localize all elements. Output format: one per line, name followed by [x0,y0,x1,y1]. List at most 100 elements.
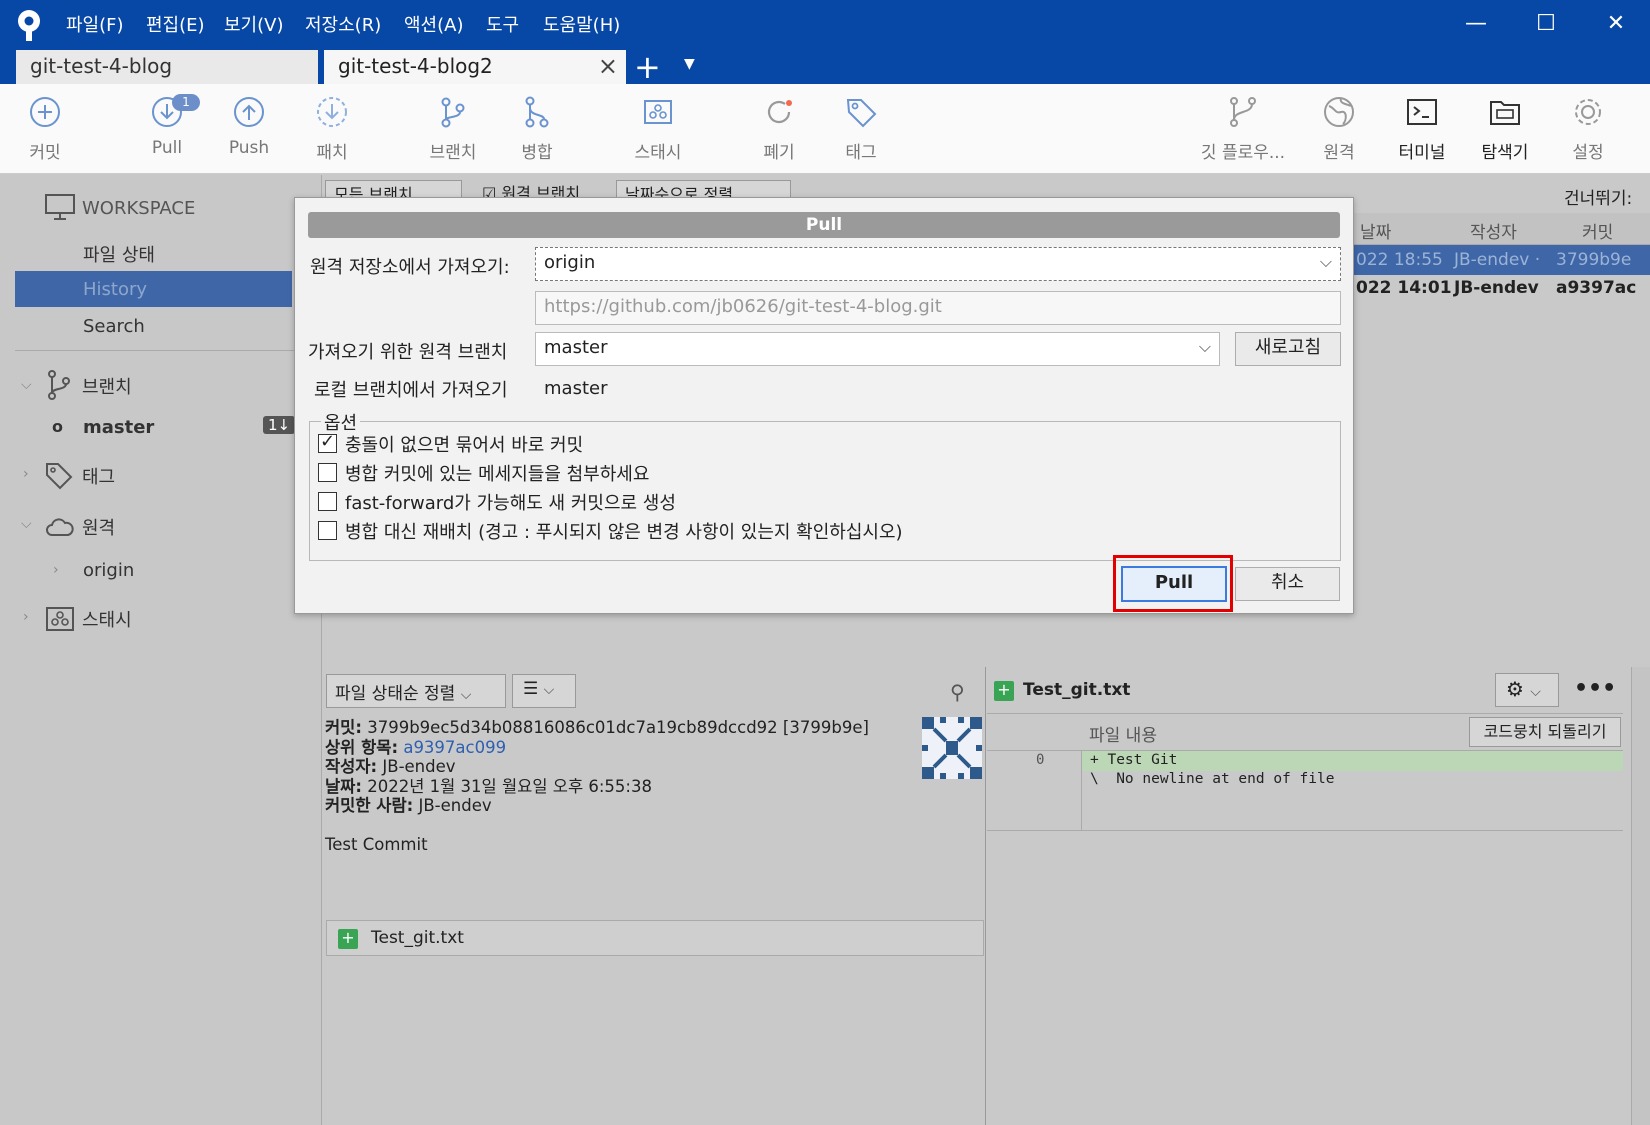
log-row-author[interactable]: JB-endev [1454,278,1539,298]
sidebar-item-search[interactable]: Search [83,316,145,337]
author-label: 작성자: [325,757,378,777]
sidebar-branch-master[interactable]: master [83,417,154,438]
sidebar-remote-origin[interactable]: origin [83,560,134,581]
search-icon[interactable]: ⚲ [950,680,965,704]
pull-confirm-button[interactable]: Pull [1121,566,1227,602]
terminal-button[interactable]: 터미널 [1377,94,1467,163]
refresh-button[interactable]: 새로고침 [1235,332,1341,366]
commit-label: 커밋 [29,143,61,163]
log-row-author: JB-endev · [1454,250,1541,270]
file-added-icon: + [994,681,1014,701]
explorer-icon [1490,101,1520,125]
date-label: 날짜: [325,776,362,796]
option-checkbox-rebase[interactable] [318,521,337,540]
refresh-label: 새로고침 [1254,337,1322,358]
remote-select[interactable]: origin ⌵ [535,247,1341,281]
menu-edit[interactable]: 편집(E) [146,11,205,37]
merge-button[interactable]: 병합 [492,94,582,163]
parent-link[interactable]: a9397ac099 [403,738,506,757]
remote-label: 원격 [1323,143,1355,163]
menu-actions[interactable]: 액션(A) [404,11,463,37]
push-button[interactable]: Push [204,94,294,158]
column-date[interactable]: 날짜 [1360,218,1391,243]
sourcetree-logo-icon [18,10,40,41]
fetch-button[interactable]: 패치 [287,94,377,163]
remote-label: 원격 저장소에서 가져오기: [310,257,510,278]
minimize-button[interactable]: — [1456,6,1496,42]
stash-button[interactable]: 스태시 [613,94,703,163]
log-row-commit: 3799b9e [1556,250,1632,270]
pull-dialog: Pull 원격 저장소에서 가져오기: origin ⌵ https://git… [294,197,1354,614]
cancel-label: 취소 [1270,572,1305,593]
menu-view[interactable]: 보기(V) [224,11,283,37]
committer-value: JB-endev [418,796,492,816]
sidebar-tags-header[interactable]: 태그 [82,463,115,489]
more-options-icon[interactable]: ••• [1574,676,1616,701]
date-value: 2022년 1월 31일 월요일 오후 6:55:38 [367,776,652,796]
remote-branch-label: 가져오기 위한 원격 브랜치 [308,342,508,363]
push-label: Push [228,138,270,158]
branch-button[interactable]: 브랜치 [408,94,498,163]
file-added-icon: + [338,929,358,949]
avatar [922,717,982,779]
add-tab-button[interactable]: + [634,48,661,86]
column-commit[interactable]: 커밋 [1582,218,1613,243]
option-checkbox-auto-commit[interactable] [318,431,337,453]
chevron-right-icon[interactable]: › [23,466,29,482]
sidebar-branches-header[interactable]: 브랜치 [82,373,132,399]
branch-behind-badge: 1↓ [263,416,296,434]
commit-label: 커밋: [325,718,362,737]
commit-button[interactable]: 커밋 [0,94,90,163]
file-sort-select[interactable]: 파일 상태순 정렬 ⌵ [326,674,506,708]
option-label: 병합 대신 재배치 (경고 : 푸시되지 않은 변경 사항이 있는지 확인하십시… [345,522,903,543]
dialog-title: Pull [308,212,1340,238]
discard-button[interactable]: 폐기 [734,94,824,163]
sidebar-item-file-status[interactable]: 파일 상태 [83,241,155,267]
option-checkbox-no-fast-forward[interactable] [318,492,337,511]
settings-icon [1575,99,1601,125]
tab-git-test-4-blog2[interactable]: git-test-4-blog2 × [324,50,626,84]
remote-button[interactable]: 원격 [1294,94,1384,163]
sidebar-item-history-label: History [83,279,148,300]
remote-branch-select[interactable]: master ⌵ [535,332,1220,366]
sidebar-remotes-header[interactable]: 원격 [82,514,115,540]
tag-icon [46,463,73,490]
menu-help[interactable]: 도움말(H) [543,11,620,37]
diff-options-button[interactable]: ⚙ ⌵ [1495,673,1559,707]
revert-hunk-button[interactable]: 코드뭉치 되돌리기 [1469,717,1621,747]
git-flow-button[interactable]: 깃 플로우... [1198,94,1288,163]
cancel-button[interactable]: 취소 [1235,567,1340,601]
log-row-date: 022 18:55 [1356,250,1443,270]
pull-confirm-label: Pull [1154,572,1194,593]
chevron-right-icon[interactable]: › [53,562,59,578]
stash-label: 스태시 [634,143,682,163]
stash-icon [46,607,74,631]
chevron-right-icon[interactable]: › [23,609,29,625]
menu-file[interactable]: 파일(F) [66,11,124,37]
settings-button[interactable]: 설정 [1543,94,1633,163]
chevron-down-icon[interactable]: ⌵ [21,516,32,532]
view-mode-select[interactable]: ☰ ⌵ [512,674,576,708]
tab-label: git-test-4-blog [30,54,173,78]
column-author[interactable]: 작성자 [1470,218,1517,243]
discard-icon [767,100,792,124]
commit-metadata: 커밋: 3799b9ec5d34b08816086c01dc7a19cb89dc… [325,718,885,855]
scrollbar[interactable] [1631,667,1650,1125]
tab-git-test-4-blog[interactable]: git-test-4-blog [16,50,318,84]
explorer-button[interactable]: 탐색기 [1460,94,1550,163]
option-checkbox-include-messages[interactable] [318,463,337,482]
log-row-commit[interactable]: a9397ac [1556,278,1636,298]
sidebar-stashes-header[interactable]: 스태시 [82,606,132,632]
chevron-down-icon[interactable]: ▼ [684,56,695,72]
commit-message: Test Commit [325,834,428,854]
maximize-button[interactable]: ☐ [1526,6,1566,42]
log-row-date[interactable]: 022 14:01 [1356,278,1452,298]
chevron-down-icon[interactable]: ⌵ [21,377,32,393]
close-tab-icon[interactable]: × [598,52,618,80]
close-window-button[interactable]: ✕ [1596,6,1636,42]
gear-icon: ⚙ [1506,677,1524,701]
menu-repository[interactable]: 저장소(R) [305,11,381,37]
tag-button[interactable]: 태그 [816,94,906,163]
sidebar-item-history[interactable] [15,271,292,307]
menu-tools[interactable]: 도구 [486,11,519,37]
